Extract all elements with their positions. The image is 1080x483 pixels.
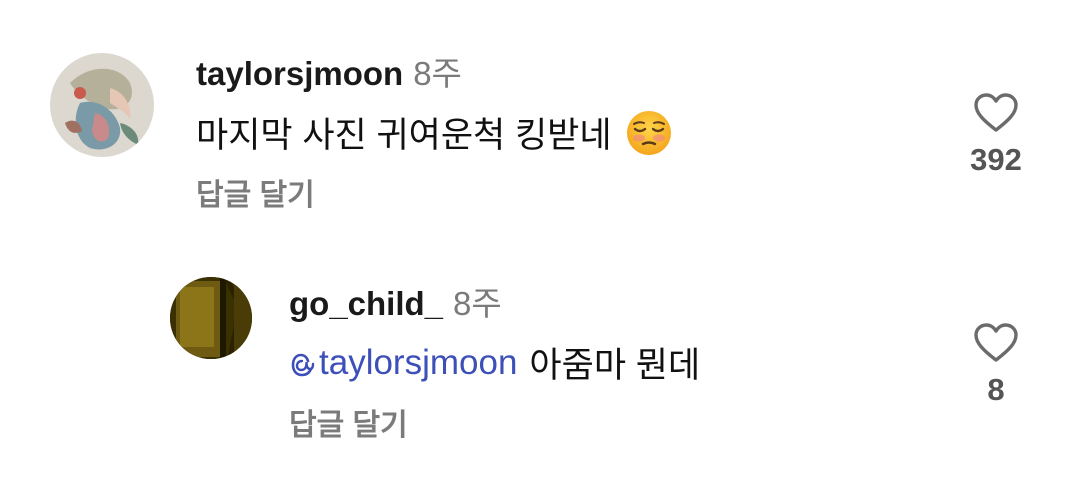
- like-group: 8: [951, 322, 1041, 408]
- relieved-face-icon: [626, 110, 672, 156]
- like-count: 392: [970, 142, 1022, 177]
- mention-link[interactable]: taylorsjmoon: [289, 343, 517, 383]
- timestamp: 8주: [453, 285, 502, 322]
- like-count: 8: [987, 372, 1005, 407]
- like-group: 392: [951, 92, 1041, 178]
- heart-icon[interactable]: [951, 92, 1041, 134]
- reply-comment-item: go_child_ 8주 taylorsjmoon 아줌마 뭔데 답글 달기 8: [0, 240, 1080, 483]
- username-text[interactable]: go_child_: [289, 285, 443, 322]
- mention-text[interactable]: taylorsjmoon: [319, 343, 517, 382]
- username[interactable]: taylorsjmoon 8주: [196, 47, 462, 95]
- threads-at-icon: [289, 349, 315, 379]
- comment-item: taylorsjmoon 8주 마지막 사진 귀여운척 킹받네 답글 달기 39…: [0, 0, 1080, 240]
- heart-icon[interactable]: [951, 322, 1041, 364]
- comment-body: 아줌마 뭔데: [529, 346, 701, 385]
- username-text[interactable]: taylorsjmoon: [196, 55, 403, 92]
- comment-body: 마지막 사진 귀여운척 킹받네: [196, 116, 612, 155]
- reply-button[interactable]: 답글 달기: [196, 170, 315, 214]
- avatar[interactable]: [170, 277, 252, 359]
- reply-button[interactable]: 답글 달기: [289, 400, 408, 444]
- comment-text: 마지막 사진 귀여운척 킹받네: [196, 107, 672, 158]
- username[interactable]: go_child_ 8주: [289, 277, 502, 325]
- comment-text: taylorsjmoon 아줌마 뭔데: [289, 337, 700, 388]
- avatar[interactable]: [50, 53, 154, 157]
- timestamp: 8주: [413, 55, 462, 92]
